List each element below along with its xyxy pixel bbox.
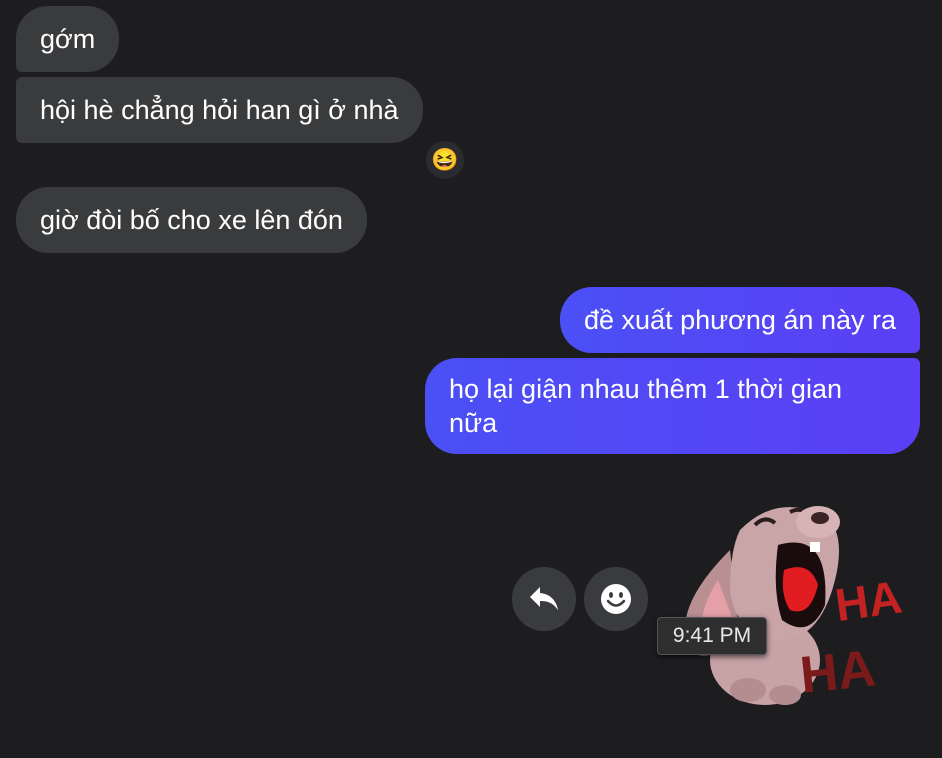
reply-button[interactable]: [512, 567, 576, 631]
message-text: gớm: [40, 24, 96, 54]
sticker-ha-bottom: HA: [797, 639, 878, 705]
message-text: họ lại giận nhau thêm 1 thời gian nữa: [449, 374, 842, 438]
chat-thread: gớm hội hè chẳng hỏi han gì ở nhà 😆 giờ …: [0, 0, 942, 758]
message-text: đề xuất phương án này ra: [584, 305, 896, 335]
received-message[interactable]: giờ đòi bố cho xe lên đón: [16, 187, 367, 253]
reply-icon: [530, 587, 558, 610]
received-message[interactable]: gớm: [16, 6, 120, 72]
laughing-emoji-icon: 😆: [431, 147, 459, 172]
message-text: hội hè chẳng hỏi han gì ở nhà: [40, 95, 399, 125]
react-button[interactable]: [584, 567, 648, 631]
smiley-icon: [601, 584, 631, 614]
message-text: giờ đòi bố cho xe lên đón: [40, 205, 343, 235]
timestamp-text: 9:41 PM: [672, 624, 752, 647]
timestamp-tooltip: 9:41 PM: [657, 617, 767, 655]
sent-message[interactable]: đề xuất phương án này ra: [560, 287, 920, 353]
message-reaction[interactable]: 😆: [424, 139, 466, 181]
received-message[interactable]: hội hè chẳng hỏi han gì ở nhà: [16, 77, 423, 143]
sent-message[interactable]: họ lại giận nhau thêm 1 thời gian nữa: [425, 358, 920, 454]
sticker-ha-top: HA: [832, 570, 905, 631]
laughing-rabbit-sticker[interactable]: HA HA: [660, 490, 920, 720]
